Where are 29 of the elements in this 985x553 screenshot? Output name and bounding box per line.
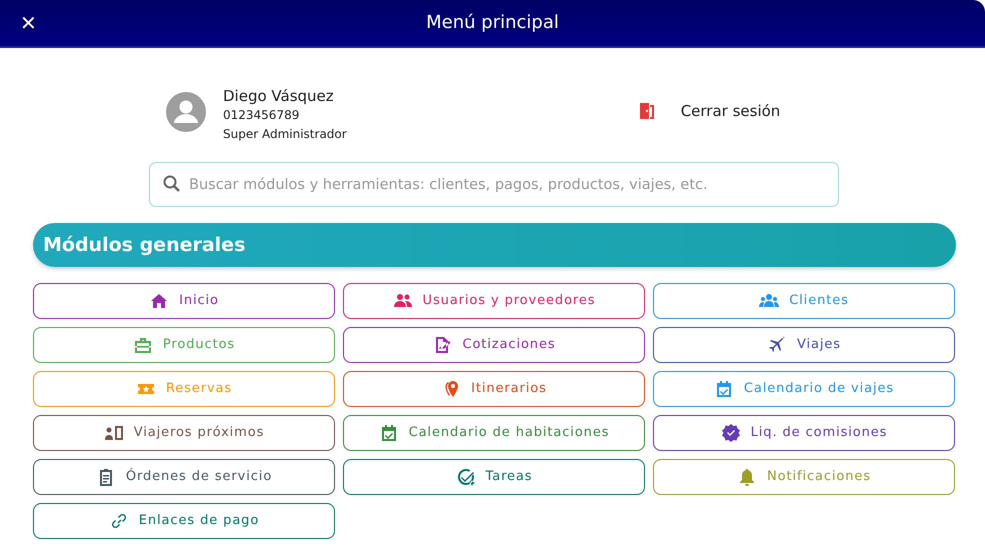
module-button[interactable]: Cotizaciones [343, 327, 645, 363]
search-field[interactable]: Buscar módulos y herramientas: clientes, pagos, productos, viajes, etc. [149, 162, 839, 207]
module-button[interactable]: Inicio [33, 283, 335, 319]
module-button[interactable]: Productos [33, 327, 335, 363]
avatar-icon [166, 92, 206, 132]
briefcase-icon [132, 335, 153, 355]
module-button[interactable]: Notificaciones [653, 459, 955, 495]
verified-badge-icon [720, 423, 741, 443]
window-title: Menú principal [426, 12, 559, 33]
module-button[interactable]: Calendario de viajes [653, 371, 955, 407]
home-icon [149, 291, 170, 311]
user-phone: 0123456789 [223, 107, 300, 124]
module-button[interactable]: Tareas [343, 459, 645, 495]
close-button[interactable]: ✕ [14, 8, 43, 38]
module-button[interactable]: Itinerarios [343, 371, 645, 407]
logout-button[interactable]: Cerrar sesión [636, 100, 780, 122]
person-badge-icon [104, 423, 124, 443]
module-button[interactable]: Viajeros próximos [33, 415, 335, 451]
section-title: Módulos generales [43, 232, 246, 258]
module-button[interactable]: Viajes [653, 327, 955, 363]
user-role: Super Administrador [223, 126, 347, 143]
module-button[interactable]: Usuarios y proveedores [343, 283, 645, 319]
module-button[interactable]: Órdenes de servicio [33, 459, 335, 495]
module-button[interactable]: Clientes [653, 283, 955, 319]
airplane-icon [767, 335, 788, 355]
module-button[interactable]: Enlaces de pago [33, 503, 335, 539]
module-button[interactable]: Liq. de comisiones [653, 415, 955, 451]
module-button[interactable]: Calendario de habitaciones [343, 415, 645, 451]
user-name: Diego Vásquez [223, 86, 335, 106]
